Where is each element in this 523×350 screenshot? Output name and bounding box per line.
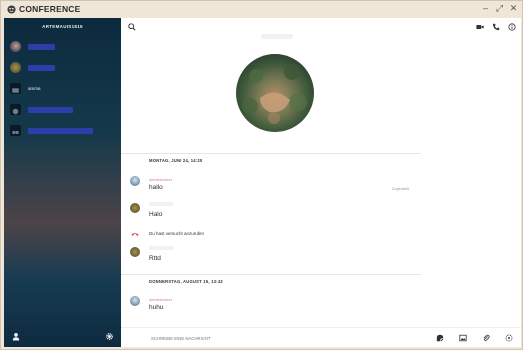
message-text: huhu — [149, 304, 164, 311]
sender-avatar — [130, 296, 140, 306]
sticker-icon[interactable] — [436, 334, 444, 342]
minimize-button[interactable]: – — [481, 3, 490, 14]
sender-avatar — [130, 247, 140, 257]
contact-item[interactable] — [4, 121, 121, 141]
contact-item[interactable] — [4, 100, 121, 120]
attachment-icon[interactable] — [482, 334, 490, 342]
contact-item[interactable] — [4, 37, 121, 57]
sender-name: nineteenseer — [149, 177, 173, 182]
close-button[interactable]: ✕ — [509, 3, 518, 14]
contact-avatar — [10, 104, 21, 115]
date-label: MONTAG, JUNI 24, 14:20 — [149, 158, 203, 163]
date-separator: DONNERSTAG, AUGUST 15, 13:43 — [121, 274, 421, 288]
contact-avatar — [10, 83, 21, 94]
call-notice: Du hast versucht anzurufen — [121, 228, 421, 240]
chat-panel: MONTAG, JUNI 24, 14:20 nineteenseer hall… — [121, 18, 521, 347]
message-item[interactable]: Rttd — [121, 243, 421, 267]
window-title: CONFERENCE — [19, 4, 81, 14]
contact-avatar — [10, 62, 21, 73]
sidebar-footer — [4, 327, 121, 347]
contact-label — [28, 107, 73, 114]
info-icon[interactable] — [508, 23, 516, 31]
message-item[interactable]: nineteenseer hallo Zugestellt — [121, 174, 421, 200]
title-bar: CONFERENCE – ⤢ ✕ — [1, 1, 523, 18]
contact-item[interactable]: amma — [4, 79, 121, 99]
chat-toolbar — [121, 18, 521, 36]
search-icon[interactable] — [128, 23, 136, 31]
sidebar: ARTEMAUIS1815 amma — [4, 18, 121, 347]
missed-call-icon — [131, 233, 139, 236]
contact-label — [28, 44, 55, 51]
contact-label: amma — [28, 86, 41, 91]
sender-avatar — [130, 176, 140, 186]
contact-name-redacted — [261, 34, 293, 39]
message-item[interactable]: nineteenseer huhu — [121, 294, 421, 320]
message-text: Rttd — [149, 255, 161, 262]
window-controls: – ⤢ ✕ — [481, 3, 518, 14]
sender-name-redacted — [149, 202, 173, 206]
date-separator: MONTAG, JUNI 24, 14:20 — [121, 153, 421, 167]
sender-name: nineteenseer — [149, 297, 173, 302]
sender-avatar — [130, 203, 140, 213]
message-input[interactable] — [151, 334, 431, 342]
phone-icon[interactable] — [492, 23, 500, 31]
sender-name-redacted — [149, 246, 173, 250]
message-text: Halo — [149, 211, 163, 218]
emoji-icon[interactable] — [505, 334, 513, 342]
user-icon[interactable] — [12, 332, 20, 341]
message-composer — [121, 327, 521, 347]
contact-avatar — [10, 41, 21, 52]
message-text: hallo — [149, 184, 163, 191]
image-icon[interactable] — [459, 334, 467, 342]
contact-label — [28, 128, 93, 135]
app-window: CONFERENCE – ⤢ ✕ ARTEMAUIS1815 amma MONT… — [0, 0, 523, 350]
gear-icon[interactable] — [105, 332, 114, 341]
date-label: DONNERSTAG, AUGUST 15, 13:43 — [149, 279, 223, 284]
app-logo-icon — [7, 5, 16, 14]
message-status: Zugestellt — [391, 186, 409, 191]
message-item[interactable]: Halo — [121, 201, 421, 225]
contact-avatar — [10, 125, 21, 136]
chat-actions — [476, 23, 516, 31]
video-call-icon[interactable] — [476, 23, 484, 31]
composer-actions — [436, 334, 513, 342]
contact-label — [28, 65, 55, 72]
contact-item[interactable] — [4, 58, 121, 78]
maximize-button[interactable]: ⤢ — [495, 3, 504, 14]
chat-avatar — [236, 54, 314, 132]
call-text: Du hast versucht anzurufen — [149, 231, 205, 236]
account-name[interactable]: ARTEMAUIS1815 — [4, 24, 121, 29]
